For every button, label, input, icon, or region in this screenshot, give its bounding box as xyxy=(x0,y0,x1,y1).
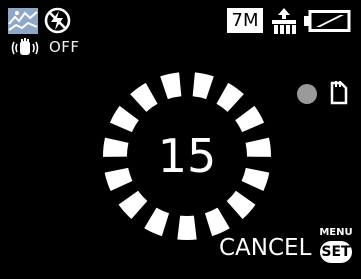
timer-segment xyxy=(192,72,214,100)
flash-off-icon xyxy=(44,7,71,34)
optical-image-stabilizer-icon xyxy=(11,38,39,55)
fine-quality-icon xyxy=(272,8,296,34)
timer-segment xyxy=(177,215,197,240)
menu-label: MENU xyxy=(319,227,353,238)
memory-card-icon xyxy=(330,81,348,105)
menu-set-button[interactable]: MENU SET xyxy=(316,227,356,269)
self-timer-countdown: 15 xyxy=(157,129,217,183)
battery-icon xyxy=(304,10,351,32)
timer-segment xyxy=(118,190,148,220)
cancel-label: CANCEL xyxy=(219,235,312,261)
timer-segment xyxy=(130,82,158,112)
timer-segment xyxy=(216,82,244,112)
timer-segment xyxy=(144,207,170,237)
resolution-badge: 7M xyxy=(227,8,263,33)
stabilizer-status-label: OFF xyxy=(49,38,80,56)
scenery-icon xyxy=(8,8,38,34)
set-label: SET xyxy=(320,241,352,263)
record-indicator-dot xyxy=(297,84,317,104)
timer-segment xyxy=(204,207,230,237)
timer-segment xyxy=(160,72,182,100)
camera-lcd-screen: OFF 7M 15 CANCEL MENU SET xyxy=(0,0,361,279)
timer-segment xyxy=(226,190,256,220)
